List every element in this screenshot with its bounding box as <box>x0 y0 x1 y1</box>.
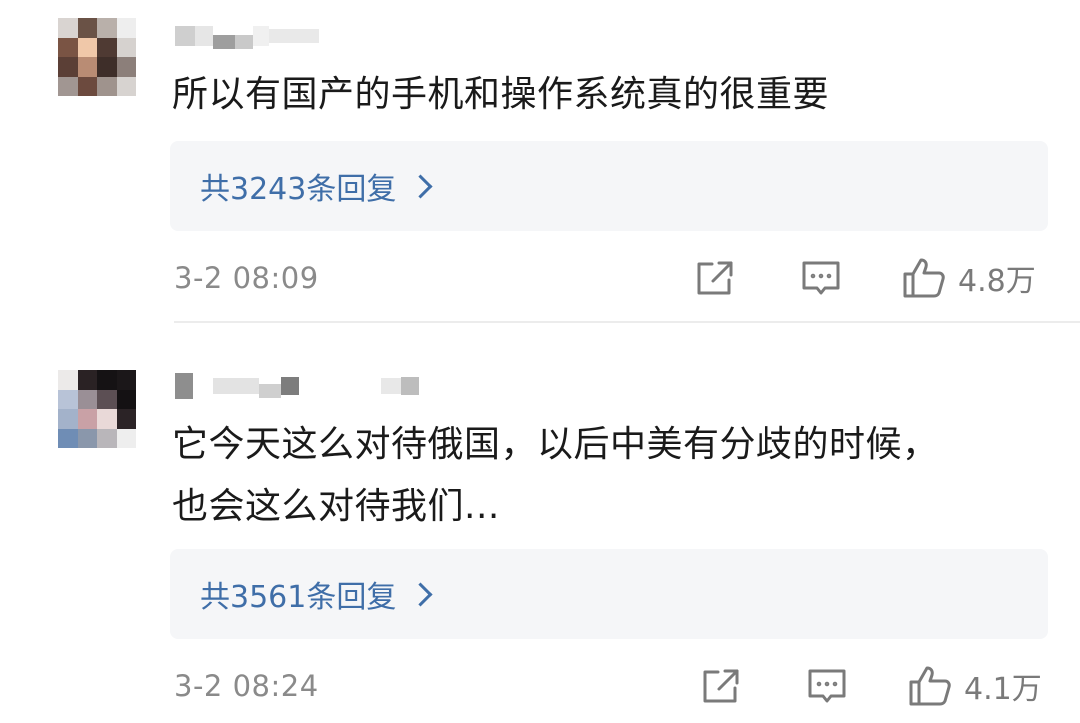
share-icon <box>697 261 733 295</box>
comment-meta: 3-2 08:24 4.1万 <box>174 664 1054 708</box>
comment-meta: 3-2 08:09 4.8万 <box>174 256 1054 300</box>
share-button[interactable] <box>694 256 736 300</box>
comment-icon <box>808 669 846 703</box>
username-redacted[interactable] <box>175 16 319 56</box>
comment-time: 3-2 08:24 <box>174 669 319 703</box>
thumbs-up-icon <box>909 666 951 706</box>
share-icon <box>703 669 739 703</box>
replies-label: 共3561条回复 <box>200 580 397 615</box>
like-count: 4.1万 <box>964 672 1042 707</box>
comment-item: 它今天这么对待俄国，以后中美有分歧的时候， 也会这么对待我们... 共3561条… <box>0 322 1080 723</box>
comment-text: 所以有国产的手机和操作系统真的很重要 <box>172 74 830 115</box>
view-replies-button[interactable]: 共3243条回复 <box>170 141 1048 231</box>
comment-button[interactable] <box>800 256 842 300</box>
comment-item: 所以有国产的手机和操作系统真的很重要 共3243条回复 3-2 08:09 4.… <box>0 0 1080 323</box>
comment-icon <box>802 261 840 295</box>
view-replies-button[interactable]: 共3561条回复 <box>170 549 1048 639</box>
comment-text-line-1: 它今天这么对待俄国，以后中美有分歧的时候， <box>172 424 939 465</box>
comment-text-line-2: 也会这么对待我们... <box>172 486 500 527</box>
avatar[interactable] <box>58 18 136 96</box>
comment-time: 3-2 08:09 <box>174 261 319 295</box>
like-button[interactable]: 4.1万 <box>908 664 1042 708</box>
comment-button[interactable] <box>806 664 848 708</box>
chevron-right-icon <box>408 581 433 607</box>
username-redacted[interactable] <box>175 366 419 406</box>
like-button[interactable]: 4.8万 <box>902 256 1036 300</box>
avatar[interactable] <box>58 370 136 448</box>
share-button[interactable] <box>700 664 742 708</box>
thumbs-up-icon <box>903 258 945 298</box>
like-count: 4.8万 <box>958 264 1036 299</box>
replies-label: 共3243条回复 <box>200 172 397 207</box>
chevron-right-icon <box>408 173 433 199</box>
